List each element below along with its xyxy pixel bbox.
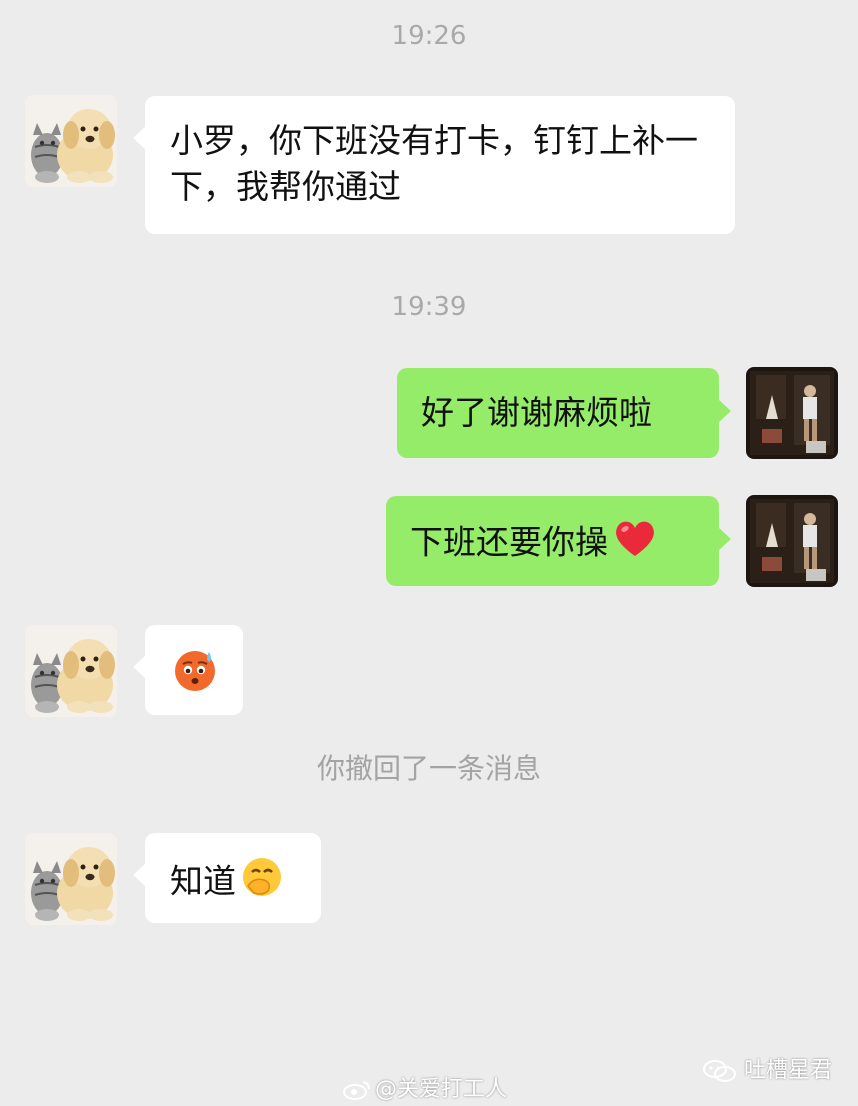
contact-avatar[interactable] (25, 95, 117, 187)
weibo-logo-icon (343, 1080, 371, 1100)
wechat-watermark: 吐槽星君 (702, 1052, 832, 1084)
hand-over-mouth-face-icon (240, 855, 284, 911)
message-bubble-outgoing[interactable]: 下班还要你操 (386, 496, 731, 586)
message-text: 小罗，你下班没有打卡，钉钉上补一下，我帮你通过 (170, 121, 698, 206)
message-bubble-outgoing[interactable]: 好了谢谢麻烦啦 (397, 368, 731, 458)
message-text: 下班还要你操 (410, 522, 608, 562)
message-text: 好了谢谢麻烦啦 (421, 393, 652, 432)
weibo-handle: @关爱打工人 (375, 1077, 508, 1102)
contact-avatar[interactable] (25, 833, 117, 925)
timestamp: 19:26 (391, 21, 467, 51)
message-bubble-incoming[interactable]: 小罗，你下班没有打卡，钉钉上补一下，我帮你通过 (133, 96, 735, 234)
timestamp: 19:39 (391, 292, 467, 322)
user-avatar[interactable] (746, 367, 838, 459)
message-text: 知道 (170, 861, 236, 901)
message-bubble-incoming[interactable] (133, 625, 243, 715)
anxious-sweat-face-icon (172, 647, 218, 705)
recall-notice: 你撤回了一条消息 (316, 752, 541, 785)
user-avatar[interactable] (746, 495, 838, 587)
weibo-watermark: @关爱打工人 (343, 1071, 507, 1103)
red-heart-icon (614, 518, 656, 570)
contact-avatar[interactable] (25, 625, 117, 717)
message-bubble-incoming[interactable]: 知道 (133, 833, 321, 923)
wechat-logo-icon (702, 1059, 738, 1083)
wechat-account-name: 吐槽星君 (744, 1058, 833, 1083)
